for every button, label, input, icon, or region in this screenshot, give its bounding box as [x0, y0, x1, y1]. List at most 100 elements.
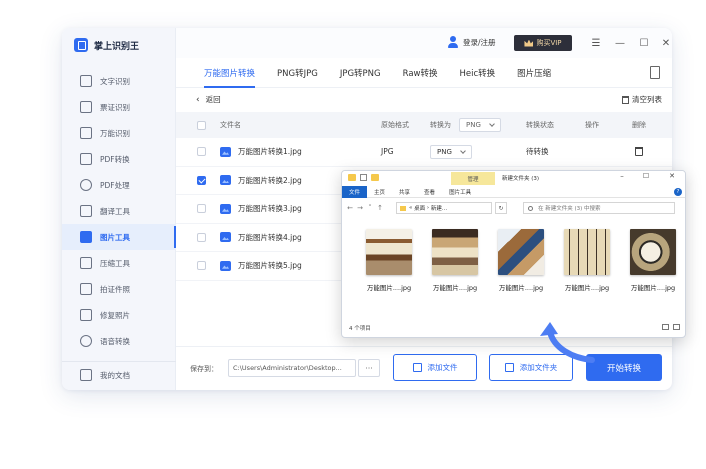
- buy-vip-button[interactable]: 购买VIP: [514, 35, 572, 51]
- row-checkbox[interactable]: [197, 204, 206, 214]
- sidebar-item-image-tools[interactable]: 图片工具: [62, 224, 176, 250]
- thumbnail-image: [366, 229, 412, 275]
- explorer-search-input[interactable]: 在 新建文件夹 (3) 中搜索: [523, 202, 675, 214]
- ribbon-tab-share[interactable]: 共享: [392, 186, 417, 198]
- quick-access-toolbar: [348, 174, 383, 181]
- sidebar-item-pdf-convert[interactable]: PDF转换: [62, 146, 176, 172]
- sidebar-item-translate[interactable]: 翻译工具: [62, 198, 176, 224]
- image-file-icon: [220, 146, 231, 157]
- sidebar-item-label: PDF转换: [100, 154, 130, 164]
- thumbnail-label: 万能图片....jpg: [498, 284, 544, 292]
- ribbon-tab-file[interactable]: 文件: [342, 185, 368, 198]
- row-checkbox[interactable]: [197, 147, 206, 157]
- path-desktop: 桌面: [414, 206, 426, 212]
- up-arrow-icon[interactable]: ↑: [375, 204, 385, 212]
- target-format-select[interactable]: PNG: [430, 144, 472, 159]
- add-file-button[interactable]: 添加文件: [393, 354, 477, 381]
- sidebar-item-label: 万能识别: [100, 128, 130, 138]
- ribbon-tab-view[interactable]: 查看: [417, 186, 442, 198]
- tab-universal-image-convert[interactable]: 万能图片转换: [204, 58, 256, 88]
- sidebar-item-my-docs[interactable]: 我的文档: [62, 362, 176, 388]
- brand: 掌上识别王: [74, 36, 139, 54]
- sidebar-item-label: 图片工具: [100, 232, 130, 242]
- sidebar-item-repair-photo[interactable]: 修复照片: [62, 302, 176, 328]
- properties-icon[interactable]: [360, 174, 367, 181]
- explorer-title: 新建文件夹 (3): [502, 176, 540, 182]
- sidebar-item-label: 翻译工具: [100, 206, 130, 216]
- status-cell: 待转换: [526, 147, 549, 157]
- sidebar-item-voice[interactable]: 语音转换: [62, 328, 176, 354]
- row-checkbox[interactable]: [197, 232, 206, 242]
- browse-path-button[interactable]: ···: [358, 359, 380, 377]
- view-toggle: [658, 324, 680, 330]
- select-all-checkbox[interactable]: [197, 120, 206, 130]
- thumbnail-label: 万能图片....jpg: [564, 284, 610, 292]
- file-thumbnail[interactable]: 万能图片....jpg: [422, 229, 488, 292]
- format-cell: JPG: [381, 147, 394, 157]
- ribbon-tab-home[interactable]: 主页: [367, 186, 392, 198]
- login-label: 登录/注册: [463, 37, 496, 47]
- forward-arrow-icon[interactable]: →: [355, 204, 365, 212]
- image-file-icon: [220, 232, 231, 243]
- document-icon[interactable]: [650, 66, 660, 79]
- tab-png-to-jpg[interactable]: PNG转JPG: [277, 58, 318, 88]
- sidebar-item-id-photo[interactable]: 拍证件照: [62, 276, 176, 302]
- convert-to-all-select[interactable]: PNG: [459, 118, 501, 132]
- delete-icon[interactable]: [635, 147, 643, 157]
- header-delete: 删除: [632, 121, 646, 129]
- compress-icon: [80, 257, 92, 269]
- ribbon-tab-picture-tools[interactable]: 图片工具: [442, 186, 478, 198]
- sidebar-item-universal-recognition[interactable]: 万能识别: [62, 120, 176, 146]
- back-arrow-icon[interactable]: ←: [345, 204, 355, 212]
- folder-icon[interactable]: [348, 174, 356, 181]
- chevron-down-icon[interactable]: ˅: [365, 204, 375, 212]
- new-folder-icon[interactable]: [371, 174, 379, 181]
- large-icons-view-icon[interactable]: [673, 324, 680, 330]
- explorer-minimize-icon[interactable]: –: [615, 172, 629, 180]
- voice-icon: [80, 335, 92, 347]
- sidebar-item-text-recognition[interactable]: 文字识别: [62, 68, 176, 94]
- help-icon[interactable]: ?: [674, 188, 682, 196]
- user-icon: [448, 36, 458, 48]
- sidebar-item-label: PDF处理: [100, 180, 130, 190]
- chevron-down-icon: [489, 121, 495, 127]
- menu-icon[interactable]: ☰: [588, 35, 604, 51]
- login-button[interactable]: 登录/注册: [448, 36, 496, 48]
- explorer-close-icon[interactable]: ✕: [665, 172, 679, 180]
- address-path[interactable]: « 桌面 › 新建...: [396, 202, 492, 214]
- tab-raw-convert[interactable]: Raw转换: [403, 58, 438, 88]
- file-thumbnail[interactable]: 万能图片....jpg: [554, 229, 620, 292]
- convert-to-all-value: PNG: [466, 121, 481, 129]
- close-icon[interactable]: ✕: [658, 35, 672, 51]
- file-thumbnail[interactable]: 万能图片....jpg: [620, 229, 685, 292]
- thumbnail-label: 万能图片....jpg: [630, 284, 676, 292]
- row-checkbox[interactable]: [197, 261, 206, 271]
- my-docs-icon: [80, 369, 92, 381]
- file-thumbnail[interactable]: 万能图片....jpg: [488, 229, 554, 292]
- explorer-maximize-icon[interactable]: ☐: [639, 172, 653, 180]
- manage-tab[interactable]: 管理: [451, 172, 495, 185]
- sidebar-item-ticket-recognition[interactable]: 票证识别: [62, 94, 176, 120]
- row-checkbox[interactable]: [197, 175, 206, 185]
- clear-list-button[interactable]: 清空列表: [622, 94, 662, 105]
- save-path-field[interactable]: C:\Users\Administrator\Desktop...: [228, 359, 356, 377]
- details-view-icon[interactable]: [662, 324, 669, 330]
- file-name-cell: 万能图片转换5.jpg: [220, 260, 302, 271]
- tab-jpg-to-png[interactable]: JPG转PNG: [340, 58, 381, 88]
- header-filename: 文件名: [220, 121, 241, 129]
- add-file-label: 添加文件: [427, 363, 458, 372]
- table-row[interactable]: 万能图片转换1.jpg JPG PNG 待转换: [176, 138, 672, 167]
- sidebar-item-pdf-process[interactable]: PDF处理: [62, 172, 176, 198]
- minimize-icon[interactable]: —: [612, 35, 628, 51]
- tab-heic-convert[interactable]: Heic转换: [460, 58, 496, 88]
- repair-photo-icon: [80, 309, 92, 321]
- tab-image-compress[interactable]: 图片压缩: [517, 58, 551, 88]
- file-thumbnail[interactable]: 万能图片....jpg: [356, 229, 422, 292]
- folder-icon: [400, 205, 406, 211]
- maximize-icon[interactable]: ☐: [636, 35, 652, 51]
- refresh-icon[interactable]: ↻: [495, 202, 507, 214]
- sidebar-item-compress[interactable]: 压缩工具: [62, 250, 176, 276]
- sidebar-item-label: 票证识别: [100, 102, 130, 112]
- back-button[interactable]: ‹ 返回: [196, 94, 221, 105]
- file-name: 万能图片转换3.jpg: [238, 204, 302, 214]
